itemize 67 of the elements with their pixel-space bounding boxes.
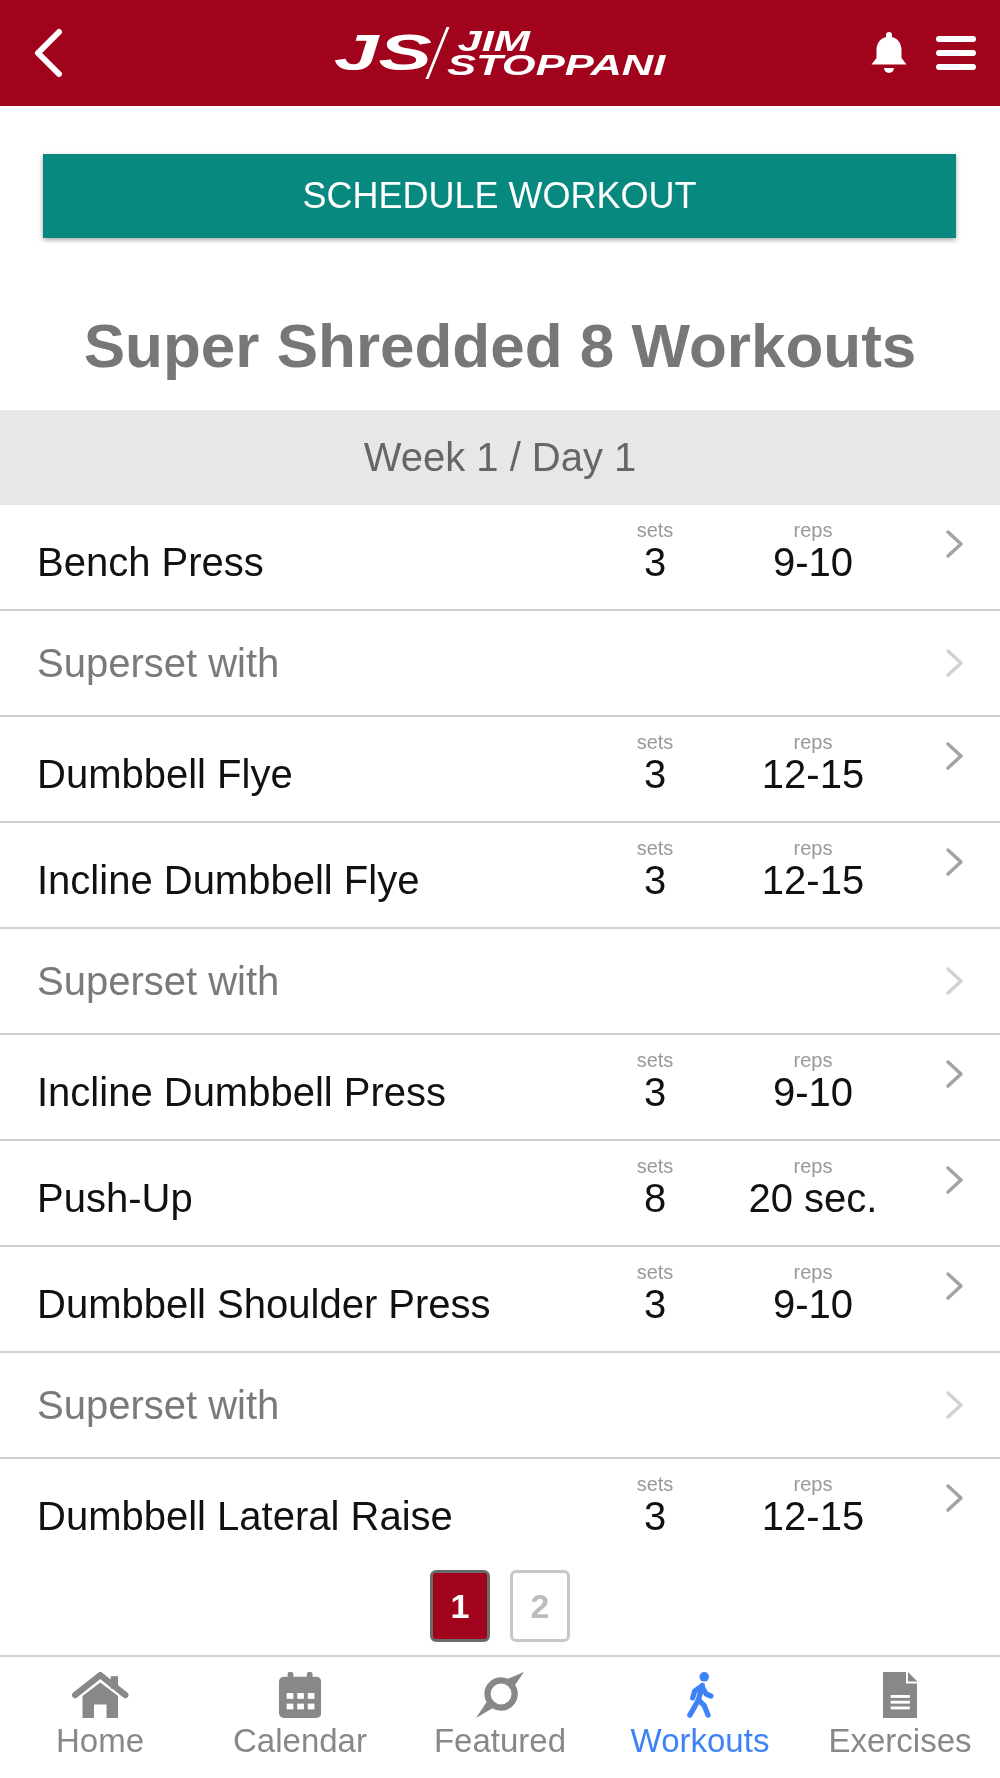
reps-label: reps (793, 1261, 833, 1283)
exercise-name: Incline Dumbbell Press (37, 1071, 447, 1113)
tab-item[interactable]: Calendar (200, 1657, 400, 1778)
exercise-name: Push-Up (37, 1177, 193, 1219)
calendar-icon (278, 1672, 322, 1718)
bell-icon[interactable] (869, 31, 909, 75)
superset-label: Superset with (37, 1384, 280, 1426)
walking-person-icon (685, 1672, 715, 1718)
reps-label: reps (793, 1049, 833, 1071)
chevron-right-icon (945, 966, 964, 996)
chevron-right-icon (945, 1390, 964, 1420)
superset-label: Superset with (37, 642, 280, 684)
tab-item[interactable]: Workouts (600, 1657, 800, 1778)
sets-value: 3 (643, 753, 667, 795)
tab-item[interactable]: Home (0, 1657, 200, 1778)
document-icon (882, 1672, 918, 1718)
superset-label: Superset with (37, 960, 280, 1002)
exercise-name: Dumbbell Flye (37, 753, 293, 795)
exercise-name: Bench Press (37, 541, 264, 583)
sets-label: sets (636, 837, 674, 859)
reps-label: reps (793, 837, 833, 859)
reps-label: reps (793, 1155, 833, 1177)
logo-monogram: JS (333, 31, 432, 75)
sets-value: 3 (643, 859, 667, 901)
chevron-right-icon (945, 1165, 964, 1195)
back-icon[interactable] (33, 28, 63, 78)
reps-value: 12-15 (761, 1495, 865, 1537)
exercise-name: Dumbbell Shoulder Press (37, 1283, 491, 1325)
reps-value: 9-10 (772, 1283, 854, 1325)
sets-value: 8 (643, 1177, 667, 1219)
reps-label: reps (793, 731, 833, 753)
reps-value: 20 sec. (748, 1177, 878, 1219)
sets-value: 3 (643, 1495, 667, 1537)
sets-label: sets (636, 731, 674, 753)
sets-value: 3 (643, 541, 667, 583)
reps-value: 9-10 (772, 1071, 854, 1113)
sets-label: sets (636, 1049, 674, 1071)
chevron-right-icon (945, 1483, 964, 1513)
reps-label: reps (793, 519, 833, 541)
chevron-right-icon (945, 529, 964, 559)
tab-item[interactable]: Exercises (800, 1657, 1000, 1778)
exercise-name: Dumbbell Lateral Raise (37, 1495, 453, 1537)
chevron-right-icon (945, 1059, 964, 1089)
reps-label: reps (793, 1473, 833, 1495)
reps-value: 12-15 (761, 753, 865, 795)
chevron-right-icon (945, 741, 964, 771)
workout-title: Super Shredded 8 Workouts (83, 314, 917, 378)
sets-label: sets (636, 519, 674, 541)
logo-wordmark: JIM STOPPANI (446, 29, 666, 77)
exercise-name: Incline Dumbbell Flye (37, 859, 420, 901)
sets-value: 3 (643, 1071, 667, 1113)
tab-item[interactable]: Featured (400, 1657, 600, 1778)
sets-value: 3 (643, 1283, 667, 1325)
menu-icon[interactable] (936, 35, 976, 71)
sets-label: sets (636, 1473, 674, 1495)
sets-label: sets (636, 1261, 674, 1283)
reps-value: 12-15 (761, 859, 865, 901)
sets-label: sets (636, 1155, 674, 1177)
schedule-workout-button[interactable]: SCHEDULE WORKOUT (43, 154, 956, 238)
chevron-right-icon (945, 1271, 964, 1301)
reps-value: 9-10 (772, 541, 854, 583)
ring-icon (475, 1672, 525, 1718)
day-header: Week 1 / Day 1 (363, 435, 637, 480)
page-button[interactable]: 1 (430, 1570, 490, 1642)
chevron-right-icon (945, 648, 964, 678)
chevron-right-icon (945, 847, 964, 877)
home-icon (70, 1672, 130, 1718)
